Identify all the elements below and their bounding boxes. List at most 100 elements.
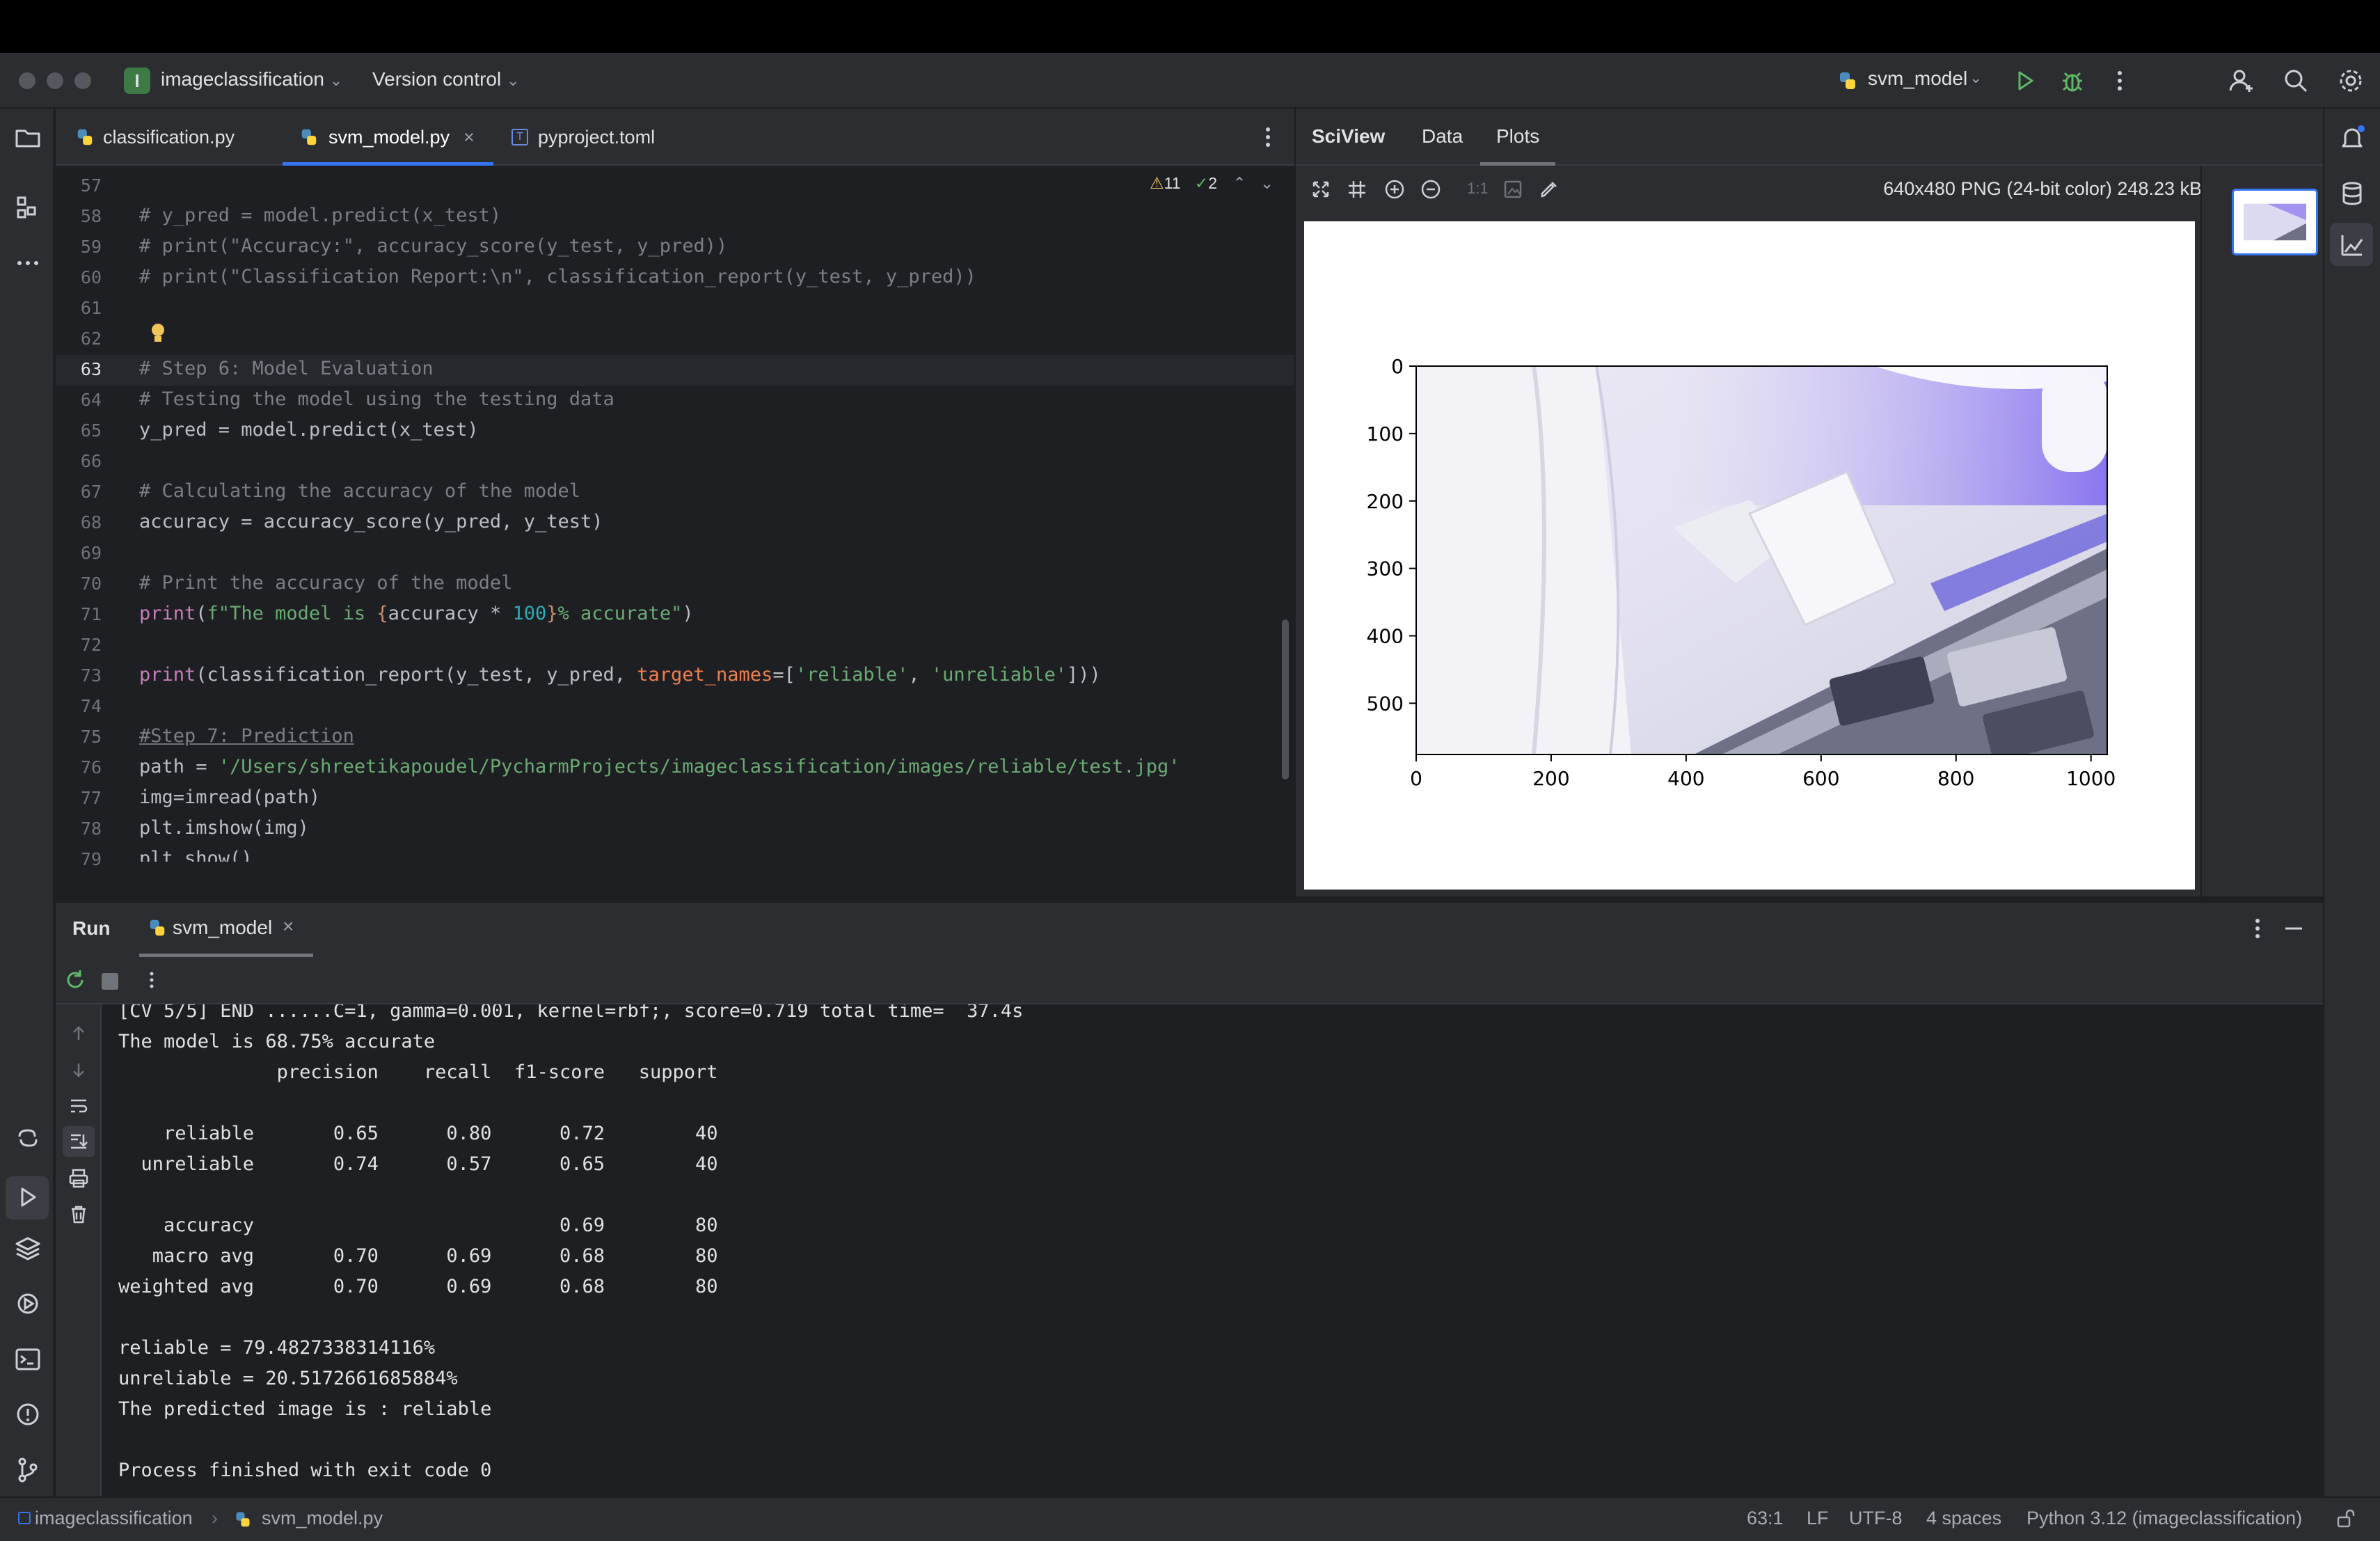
- background-icon[interactable]: [1502, 178, 1524, 200]
- breadcrumb-project[interactable]: imageclassification: [35, 1508, 193, 1529]
- y-tick-label: 400: [1367, 625, 1404, 648]
- project-badge[interactable]: I: [124, 68, 150, 94]
- run-tool-icon[interactable]: [13, 1182, 43, 1212]
- chevron-down-icon: ⌄: [329, 72, 343, 89]
- run-tab-svm-model[interactable]: svm_model ×: [139, 901, 313, 957]
- notifications-bell-icon[interactable]: [2337, 123, 2367, 153]
- x-tick-label: 800: [1937, 767, 1974, 790]
- code-line: print(f"The model is {accuracy * 100}% a…: [139, 603, 694, 624]
- code-lines: # y_pred = model.predict(x_test) # print…: [56, 166, 1294, 862]
- structure-icon[interactable]: [13, 192, 43, 223]
- scroll-up-icon[interactable]: [67, 1022, 90, 1045]
- tab-svm-model-py[interactable]: svm_model.py ×: [283, 109, 493, 166]
- project-folder-icon[interactable]: [13, 123, 43, 153]
- color-picker-icon[interactable]: [1537, 177, 1562, 202]
- image-info: 640x480 PNG (24-bit color) 248.23 kB: [1883, 178, 2202, 199]
- console-line: accuracy 0.69 80: [118, 1215, 718, 1236]
- code-line: print(classification_report(y_test, y_pr…: [139, 664, 1101, 686]
- zoom-out-icon[interactable]: [1418, 177, 1443, 202]
- console-line: reliable 0.65 0.80 0.72 40: [118, 1123, 718, 1144]
- scroll-to-end-icon[interactable]: [67, 1129, 90, 1153]
- debug-icon[interactable]: [2057, 65, 2088, 96]
- console-line: precision recall f1-score support: [118, 1061, 718, 1083]
- plot-canvas[interactable]: 0 200 400 600 800 1000 0 100 200 300 400 500: [1304, 221, 2195, 890]
- python-interpreter[interactable]: Python 3.12 (imageclassification): [2026, 1508, 2302, 1529]
- x-tick-label: 400: [1667, 767, 1704, 790]
- displayed-image: [1416, 366, 2107, 754]
- code-line: # Step 6: Model Evaluation: [139, 358, 434, 379]
- git-branch-icon[interactable]: [13, 1455, 43, 1485]
- zoom-in-icon[interactable]: [1382, 177, 1407, 202]
- fit-content-icon[interactable]: [1308, 177, 1333, 202]
- code-line: # print("Accuracy:", accuracy_score(y_te…: [139, 235, 728, 257]
- close-tab-icon[interactable]: ×: [463, 109, 475, 166]
- console-output[interactable]: [CV 5/5] END ......C=1, gamma=0.001, ker…: [102, 1004, 2323, 1496]
- unlock-icon[interactable]: [2334, 1508, 2356, 1530]
- plot-thumbnail[interactable]: [2232, 189, 2318, 255]
- settings-gear-icon[interactable]: [2335, 65, 2366, 96]
- tab-plots-label: Plots: [1496, 125, 1540, 147]
- tab-data[interactable]: Data: [1422, 125, 1463, 148]
- console-line: The predicted image is : reliable: [118, 1398, 492, 1420]
- database-icon[interactable]: [2337, 178, 2367, 209]
- tab-label: classification.py: [103, 127, 235, 148]
- indent-setting[interactable]: 4 spaces: [1926, 1508, 2001, 1529]
- soft-wrap-icon[interactable]: [67, 1094, 90, 1118]
- print-icon[interactable]: [67, 1167, 90, 1190]
- close-window-button[interactable]: [19, 72, 35, 89]
- problems-icon[interactable]: [13, 1399, 43, 1430]
- run-icon[interactable]: [2010, 65, 2040, 96]
- close-tab-icon[interactable]: ×: [283, 915, 294, 938]
- scroll-down-icon[interactable]: [67, 1058, 90, 1082]
- tab-classification-py[interactable]: classification.py: [75, 109, 284, 166]
- editor-scrollbar[interactable]: [1282, 619, 1289, 780]
- tab-label: pyproject.toml: [538, 127, 656, 148]
- code-line: plt.imshow(img): [139, 817, 309, 839]
- x-tick-label: 0: [1410, 767, 1422, 790]
- console-line: [CV 5/5] END ......C=1, gamma=0.001, ker…: [118, 1004, 1024, 1022]
- python-icon: [148, 918, 167, 938]
- hide-panel-icon[interactable]: [2278, 913, 2309, 944]
- search-icon[interactable]: [2280, 65, 2311, 96]
- run-toolbar: [56, 957, 2323, 1004]
- code-line: path = '/Users/shreetikapoudel/PycharmPr…: [139, 756, 1180, 777]
- layers-icon[interactable]: [13, 1233, 43, 1263]
- maximize-window-button[interactable]: [74, 72, 91, 89]
- code-line: plt.show(): [139, 848, 253, 862]
- code-line: # Print the accuracy of the model: [139, 572, 513, 594]
- project-selector[interactable]: imageclassification ⌄: [161, 68, 342, 90]
- tab-label: svm_model.py: [328, 127, 450, 148]
- grid-icon[interactable]: [1344, 177, 1370, 202]
- terminal-icon[interactable]: [13, 1344, 43, 1375]
- actual-size-button[interactable]: 1:1: [1467, 180, 1489, 198]
- more-actions-icon[interactable]: [2104, 65, 2135, 96]
- toml-file-icon: T: [511, 129, 528, 145]
- more-tools-icon[interactable]: [13, 248, 43, 278]
- breadcrumb-file[interactable]: svm_model.py: [262, 1508, 383, 1529]
- tab-options-icon[interactable]: [1253, 122, 1283, 152]
- file-encoding[interactable]: UTF-8: [1849, 1508, 1903, 1529]
- rerun-icon[interactable]: [63, 967, 88, 993]
- python-icon: [1837, 70, 1858, 91]
- tab-pyproject-toml[interactable]: T pyproject.toml: [511, 109, 692, 166]
- add-user-icon[interactable]: [2226, 65, 2257, 96]
- x-axis: 0 200 400 600 800 1000: [1410, 754, 2116, 790]
- tab-plots[interactable]: Plots: [1480, 109, 1555, 166]
- x-tick-label: 200: [1532, 767, 1569, 790]
- code-line: # Testing the model using the testing da…: [139, 388, 614, 410]
- run-config-selector[interactable]: svm_model ⌄: [1837, 68, 1990, 95]
- line-separator[interactable]: LF: [1807, 1508, 1829, 1529]
- minimize-window-button[interactable]: [47, 72, 63, 89]
- console-line: unreliable = 20.5172661685884%: [118, 1368, 458, 1389]
- project-name: imageclassification: [161, 68, 324, 90]
- stop-icon[interactable]: [102, 973, 118, 990]
- services-icon[interactable]: [13, 1288, 43, 1319]
- caret-position[interactable]: 63:1: [1747, 1508, 1784, 1529]
- run-panel-options-icon[interactable]: [2242, 913, 2273, 944]
- clear-all-trash-icon[interactable]: [67, 1203, 90, 1226]
- sciview-chart-icon[interactable]: [2337, 230, 2367, 260]
- python-console-icon[interactable]: [13, 1123, 43, 1153]
- version-control-menu[interactable]: Version control ⌄: [372, 68, 519, 90]
- console-line: macro avg 0.70 0.69 0.68 80: [118, 1245, 718, 1267]
- more-run-actions-icon[interactable]: [139, 967, 164, 993]
